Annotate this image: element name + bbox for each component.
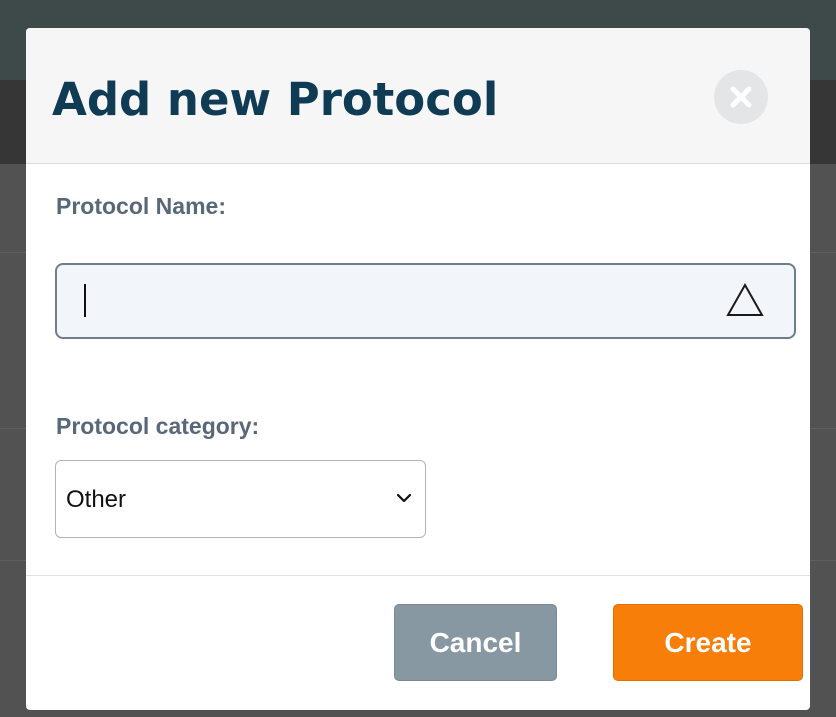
protocol-name-input[interactable]: [57, 265, 717, 337]
dialog-header: Add new Protocol: [26, 28, 810, 164]
dialog-title: Add new Protocol: [52, 73, 499, 126]
warning-triangle-icon: [726, 282, 764, 316]
protocol-category-select[interactable]: Other: [56, 461, 425, 537]
close-icon: [730, 86, 752, 108]
protocol-name-label: Protocol Name:: [56, 193, 226, 219]
protocol-category-field[interactable]: Other: [55, 460, 426, 538]
close-button[interactable]: [714, 70, 768, 124]
add-protocol-dialog: Add new Protocol Protocol Name: Protocol…: [26, 28, 810, 710]
dialog-footer-divider: [26, 575, 810, 576]
protocol-category-label: Protocol category:: [56, 413, 260, 439]
cancel-button[interactable]: Cancel: [394, 604, 557, 681]
create-button[interactable]: Create: [613, 604, 803, 681]
text-caret: [84, 284, 86, 317]
protocol-name-field[interactable]: [55, 263, 796, 339]
